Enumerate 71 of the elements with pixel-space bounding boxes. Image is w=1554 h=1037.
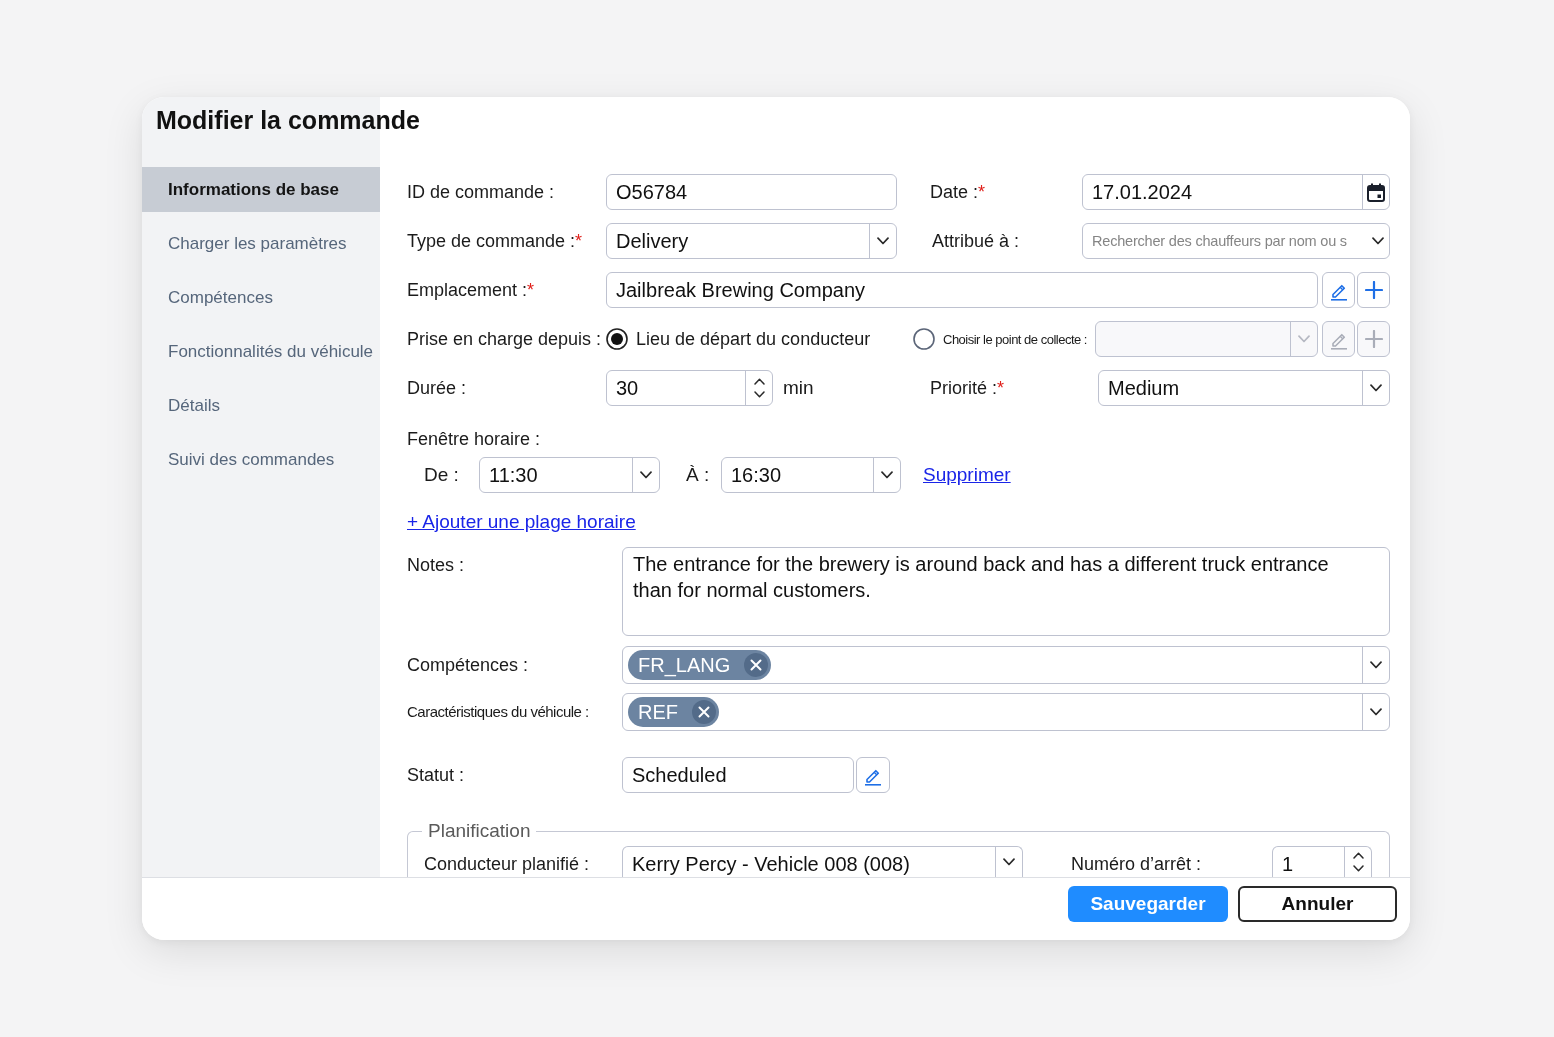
remove-icon[interactable] xyxy=(744,653,769,677)
skills-select[interactable]: FR_LANG xyxy=(622,646,1390,684)
sidebar-item[interactable]: Détails xyxy=(142,383,380,428)
order-id-field[interactable]: O56784 xyxy=(606,174,897,210)
order-type-select[interactable]: Delivery xyxy=(606,223,897,259)
chevron-down-icon[interactable] xyxy=(753,391,765,398)
assigned-to-label: Attribué à : xyxy=(932,230,1020,252)
chevron-down-icon xyxy=(1298,335,1310,343)
unit-label: min xyxy=(783,377,814,399)
chevron-down-icon xyxy=(1370,708,1382,716)
chevron-down-icon xyxy=(1370,661,1382,669)
status-label: Statut : xyxy=(407,764,465,786)
chevron-down-icon xyxy=(881,471,893,479)
date-label: Date :* xyxy=(930,181,986,203)
vehicle-features-select[interactable]: REF xyxy=(622,693,1390,731)
duration-label: Durée : xyxy=(407,377,467,399)
planned-driver-label: Conducteur planifié : xyxy=(424,853,590,875)
tag-label: FR_LANG xyxy=(638,653,731,677)
calendar-icon[interactable] xyxy=(1367,182,1385,202)
status-field[interactable]: Scheduled xyxy=(622,757,854,793)
radio-option[interactable]: Choisir le point de collecte : xyxy=(913,328,1087,350)
priority-select[interactable]: Medium xyxy=(1098,370,1390,406)
sidebar-item[interactable]: Charger les paramètres xyxy=(142,221,380,266)
to-time-label: À : xyxy=(686,464,710,486)
priority-label: Priorité :* xyxy=(930,377,1005,399)
sidebar-item[interactable]: Informations de base xyxy=(142,167,380,212)
dialog-title: Modifier la commande xyxy=(156,105,420,135)
time-window-label: Fenêtre horaire : xyxy=(407,428,541,450)
cancel-button[interactable]: Annuler xyxy=(1238,886,1397,922)
section-legend: Planification xyxy=(428,820,531,841)
location-label: Emplacement :* xyxy=(407,279,535,301)
radio-button-icon[interactable] xyxy=(913,328,935,350)
order-id-label: ID de commande : xyxy=(407,181,555,203)
sidebar-item[interactable]: Suivi des commandes xyxy=(142,437,380,482)
chevron-down-icon xyxy=(1370,384,1382,392)
radio-button-icon[interactable] xyxy=(606,328,628,350)
edit-location-button[interactable] xyxy=(1322,272,1355,308)
stop-number-field[interactable]: 1 xyxy=(1272,846,1372,877)
sidebar-item[interactable]: Fonctionnalités du véhicule xyxy=(142,329,380,374)
chevron-up-icon[interactable] xyxy=(753,378,765,385)
remove-icon[interactable] xyxy=(692,700,716,724)
to-time-select[interactable]: 16:30 xyxy=(721,457,901,493)
chevron-up-icon[interactable] xyxy=(1352,852,1364,859)
date-field[interactable]: 17.01.2024 xyxy=(1082,174,1390,210)
vehicle-features-label: Caractéristiques du véhicule : xyxy=(407,702,589,722)
location-field[interactable]: Jailbreak Brewing Company xyxy=(606,272,1318,308)
remove-link[interactable]: Supprimer xyxy=(923,464,1011,486)
driver-search-field[interactable]: Rechercher des chauffeurs par nom ou s xyxy=(1082,223,1390,259)
chevron-down-icon xyxy=(1003,858,1015,866)
from-time-label: De : xyxy=(424,464,459,486)
order-type-label: Type de commande :* xyxy=(407,230,583,252)
add-location-button[interactable] xyxy=(1357,272,1390,308)
notes-label: Notes : xyxy=(407,554,465,576)
chevron-down-icon xyxy=(877,237,889,245)
chevron-down-icon xyxy=(1372,237,1384,245)
notes-field[interactable]: The entrance for the brewery is around back and has a different truck entrance than for normal customers. xyxy=(622,547,1390,636)
add-time-window-link[interactable]: + Ajouter une plage horaire xyxy=(407,511,636,533)
pickup-label: Prise en charge depuis : xyxy=(407,328,602,350)
edit-status-button[interactable] xyxy=(856,757,890,793)
radio-option[interactable]: Lieu de départ du conducteur xyxy=(606,328,871,350)
plus-icon xyxy=(1364,330,1383,348)
planned-driver-select[interactable]: Kerry Percy - Vehicle 008 (008) xyxy=(622,846,1023,877)
tag-label: REF xyxy=(638,700,678,724)
plus-icon xyxy=(1364,281,1383,299)
duration-field[interactable]: 30 xyxy=(606,370,773,406)
sidebar-item[interactable]: Compétences xyxy=(142,275,380,320)
chevron-down-icon xyxy=(640,471,652,479)
from-time-select[interactable]: 11:30 xyxy=(479,457,660,493)
skills-label: Compétences : xyxy=(407,654,529,676)
chevron-down-icon[interactable] xyxy=(1352,865,1364,872)
stop-number-label: Numéro d’arrêt : xyxy=(1071,853,1202,875)
